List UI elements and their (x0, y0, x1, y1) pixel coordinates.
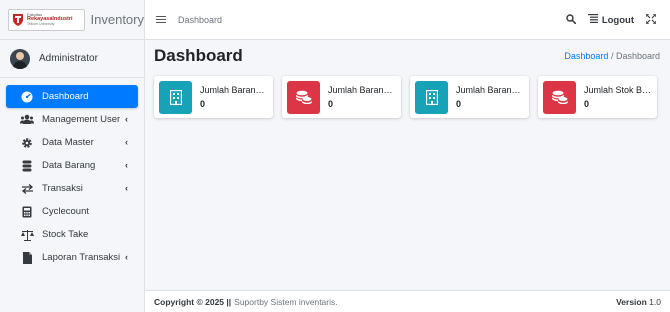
info-box-label: Jumlah Barang... (456, 85, 524, 95)
building-icon (159, 80, 192, 114)
university-logo-icon (12, 13, 24, 27)
sidebar-item-data-master[interactable]: Data Master ‹ (6, 131, 138, 154)
user-panel[interactable]: Administrator (0, 40, 144, 78)
info-box[interactable]: Jumlah Barang... 0 (282, 76, 401, 118)
balance-icon (20, 229, 34, 241)
sidebar-item-cyclecount[interactable]: Cyclecount (6, 200, 138, 223)
main-content: Dashboard Dashboard / Dashboard Jumlah B… (145, 40, 670, 290)
footer: Copyright © 2025 || Suportby Sistem inve… (145, 290, 670, 312)
sidebar-item-stock-take[interactable]: Stock Take (6, 223, 138, 246)
sidebar-item-transaksi[interactable]: Transaksi ‹ (6, 177, 138, 200)
chevron-left-icon: ‹ (125, 252, 128, 262)
sidebar-item-label: Cyclecount (42, 206, 89, 217)
footer-copyright: Copyright © 2025 || (154, 296, 232, 307)
breadcrumb-home-link[interactable]: Dashboard (564, 51, 608, 61)
breadcrumb: Dashboard / Dashboard (564, 51, 660, 61)
info-box[interactable]: Jumlah Barang... 0 (154, 76, 273, 118)
exchange-icon (20, 183, 34, 195)
chevron-left-icon: ‹ (125, 137, 128, 147)
info-box-label: Jumlah Barang... (328, 85, 396, 95)
info-box-value: 0 (328, 99, 334, 109)
info-box-value: 0 (584, 99, 590, 109)
database-icon (20, 160, 34, 172)
info-box[interactable]: Jumlah Stok Ba... 0 (538, 76, 657, 118)
sidebar-item-management-user[interactable]: Management User ‹ (6, 108, 138, 131)
logout-label: Logout (601, 14, 634, 26)
sidebar-item-label: Laporan Transaksi (42, 252, 121, 263)
gear-icon (20, 137, 34, 149)
sidebar-item-data-barang[interactable]: Data Barang ‹ (6, 154, 138, 177)
file-icon (20, 251, 34, 264)
sidebar-item-label: Transaksi (42, 183, 83, 194)
search-icon[interactable] (566, 13, 576, 27)
coins-icon (287, 80, 320, 114)
info-box[interactable]: Jumlah Barang... 0 (410, 76, 529, 118)
chevron-left-icon: ‹ (125, 114, 128, 124)
sidebar-item-dashboard[interactable]: Dashboard (6, 85, 138, 108)
brand[interactable]: Fakultas RekayasaIndustri Telkom Univers… (0, 0, 144, 40)
info-box-value: 0 (456, 99, 462, 109)
topbar-title[interactable]: Dashboard (178, 15, 222, 25)
footer-version-label: Version (616, 296, 647, 307)
users-icon (20, 114, 34, 126)
page-title: Dashboard (154, 46, 243, 65)
sidebar-item-label: Data Master (42, 137, 94, 148)
info-box-value: 0 (200, 99, 206, 109)
menu-toggle-icon[interactable] (156, 15, 166, 24)
sidebar-item-label: Management User (42, 114, 121, 125)
sidebar-item-label: Data Barang (42, 160, 96, 171)
sidebar-item-label: Stock Take (42, 229, 89, 240)
fullscreen-icon[interactable] (645, 12, 657, 27)
calculator-icon (20, 206, 34, 218)
sidebar-item-laporan-transaksi[interactable]: Laporan Transaksi ‹ (6, 246, 138, 269)
breadcrumb-current: Dashboard (615, 51, 660, 61)
sidebar-nav: Dashboard Management User ‹ Data Master … (0, 78, 144, 269)
footer-version: Version 1.0 (616, 297, 661, 307)
building-icon (415, 80, 448, 114)
dashboard-icon (20, 91, 34, 103)
footer-tagline: Suportby Sistem inventaris. (234, 296, 338, 307)
brand-logo: Fakultas RekayasaIndustri Telkom Univers… (8, 8, 85, 31)
brand-line3: Telkom University (27, 21, 55, 26)
brand-text: Inventory (90, 12, 144, 27)
topbar: Dashboard Logout (145, 0, 670, 40)
info-boxes: Jumlah Barang... 0 Jumlah Barang... 0 Ju… (154, 76, 657, 118)
sidebar: Fakultas RekayasaIndustri Telkom Univers… (0, 0, 145, 312)
chevron-left-icon: ‹ (125, 160, 128, 170)
footer-version-number: 1.0 (649, 296, 661, 307)
user-name: Administrator (39, 53, 98, 64)
avatar (10, 48, 30, 69)
info-box-label: Jumlah Barang... (200, 85, 268, 95)
breadcrumb-separator: / (610, 51, 614, 61)
logout-button[interactable]: Logout (587, 14, 634, 26)
sidebar-item-label: Dashboard (42, 91, 89, 102)
coins-icon (543, 80, 576, 114)
list-icon (587, 14, 598, 26)
chevron-left-icon: ‹ (125, 183, 128, 193)
info-box-label: Jumlah Stok Ba... (584, 85, 652, 95)
